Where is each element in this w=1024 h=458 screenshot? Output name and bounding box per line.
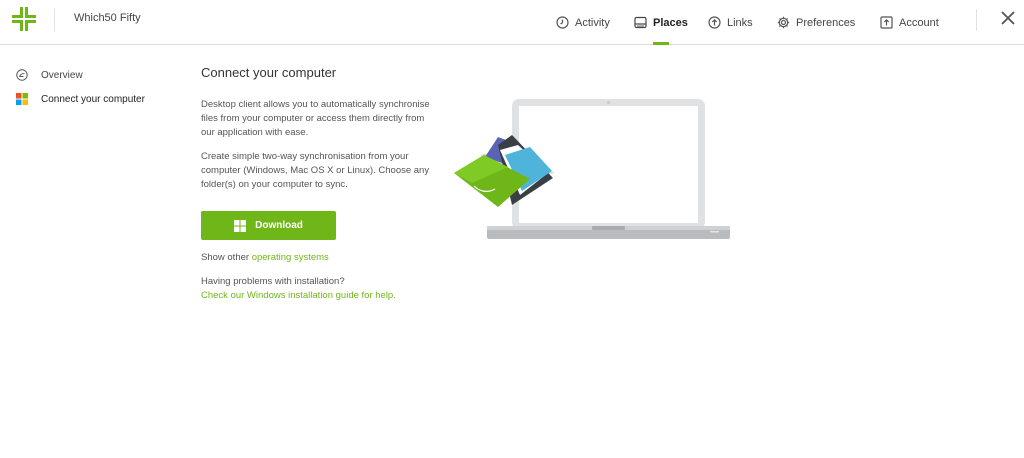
nav-account-label: Account [899, 16, 939, 29]
nav-activity-label: Activity [575, 16, 610, 29]
other-os-line: Show other operating systems [201, 252, 329, 263]
description-paragraph: Desktop client allows you to automatical… [201, 99, 430, 138]
active-tab-indicator [652, 42, 669, 45]
nav-preferences-label: Preferences [796, 16, 856, 29]
page-title: Connect your computer [201, 65, 337, 80]
installation-guide-link[interactable]: Check our Windows installation guide for… [201, 290, 396, 301]
nav-links-label: Links [727, 16, 753, 29]
sidebar-item-overview[interactable]: Overview [16, 69, 83, 81]
nav-places-label: Places [653, 16, 688, 29]
drive-icon [634, 16, 647, 29]
overview-icon [16, 69, 28, 81]
nav-divider [976, 9, 977, 31]
nav-preferences[interactable]: Preferences [777, 0, 855, 45]
nav-account[interactable]: Account [880, 0, 939, 45]
gear-icon [777, 16, 790, 29]
download-button[interactable]: Download [201, 211, 336, 240]
operating-systems-link[interactable]: operating systems [252, 252, 329, 263]
app-logo-icon[interactable] [12, 7, 36, 31]
download-button-label: Download [255, 220, 303, 231]
nav-links[interactable]: Links [708, 0, 753, 45]
sync-paragraph: Create simple two-way synchronisation fr… [201, 151, 430, 190]
cloud-upload-icon [708, 16, 721, 29]
clock-icon [556, 16, 569, 29]
top-bar: Which50 Fifty Activity Places Links Pref… [0, 0, 1024, 45]
problems-text: Having problems with installation? [201, 276, 345, 287]
windows-icon [16, 93, 28, 105]
app-name: Which50 Fifty [74, 12, 141, 24]
windows-logo-icon [234, 219, 247, 232]
sidebar-item-label: Overview [41, 69, 83, 81]
sidebar-item-label: Connect your computer [41, 93, 145, 105]
other-os-prefix: Show other [201, 252, 252, 263]
close-icon[interactable] [999, 9, 1017, 27]
nav-places[interactable]: Places [634, 0, 688, 45]
laptop-sync-illustration [454, 99, 730, 239]
sidebar-item-connect-computer[interactable]: Connect your computer [16, 93, 145, 105]
brand-divider [54, 9, 55, 31]
nav-activity[interactable]: Activity [556, 0, 610, 45]
account-icon [880, 16, 893, 29]
